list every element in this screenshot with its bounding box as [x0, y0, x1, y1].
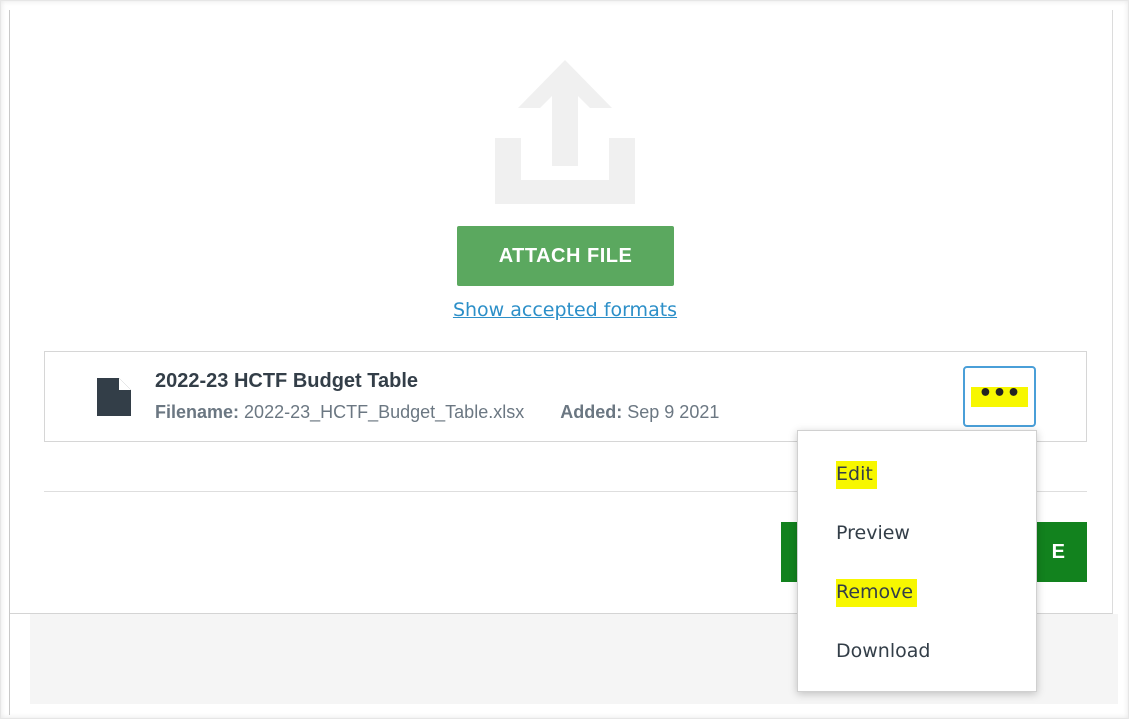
- save-button-label: E: [1051, 540, 1065, 563]
- document-icon: [97, 378, 131, 416]
- menu-item-edit-label: Edit: [836, 461, 877, 489]
- attach-file-button[interactable]: ATTACH FILE: [457, 226, 674, 286]
- file-title: 2022-23 HCTF Budget Table: [155, 370, 419, 392]
- more-options-button[interactable]: •••: [963, 366, 1036, 427]
- menu-item-download-label: Download: [836, 640, 931, 662]
- attached-file-row: 2022-23 HCTF Budget Table Filename: 2022…: [44, 351, 1087, 442]
- upload-arrow-icon: [495, 60, 635, 204]
- menu-item-preview[interactable]: Preview: [836, 522, 910, 544]
- file-actions-menu: Edit Preview Remove Download: [797, 430, 1037, 692]
- menu-item-preview-label: Preview: [836, 522, 910, 544]
- menu-item-remove-label: Remove: [836, 579, 918, 607]
- file-meta: Filename: 2022-23_HCTF_Budget_Table.xlsx…: [155, 402, 719, 423]
- added-label: Added:: [560, 402, 623, 422]
- filename-label: Filename:: [155, 402, 240, 422]
- filename-value: 2022-23_HCTF_Budget_Table.xlsx: [244, 402, 525, 422]
- menu-item-edit[interactable]: Edit: [836, 461, 877, 489]
- more-options-icon: •••: [971, 382, 1028, 407]
- menu-item-download[interactable]: Download: [836, 640, 930, 662]
- show-accepted-formats-link[interactable]: Show accepted formats: [420, 297, 710, 323]
- added-value: Sep 9 2021: [627, 402, 720, 422]
- menu-item-remove[interactable]: Remove: [836, 579, 918, 607]
